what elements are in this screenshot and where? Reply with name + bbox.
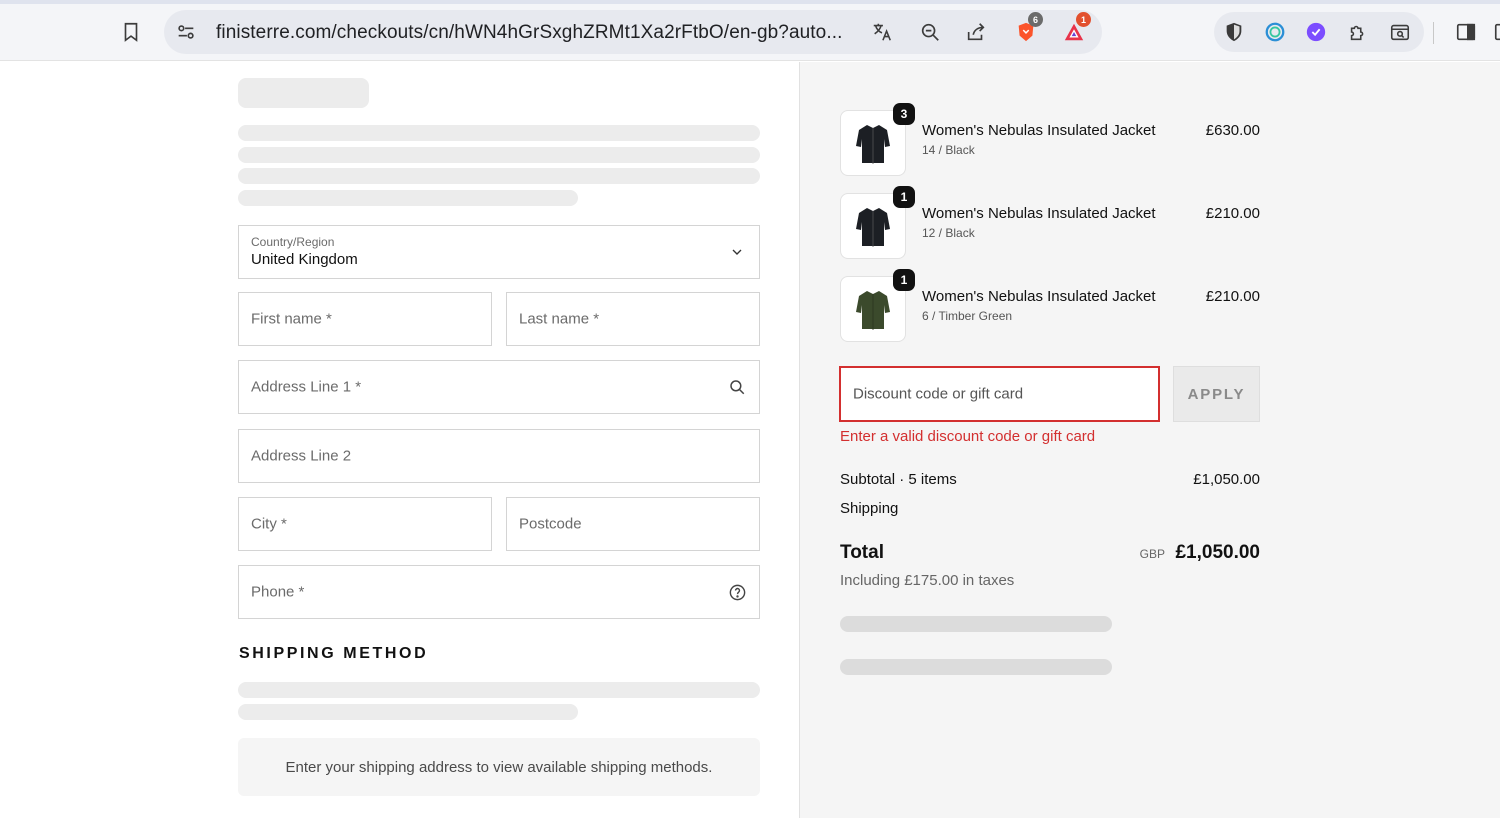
- first-name-field[interactable]: First name *: [238, 292, 492, 346]
- city-placeholder: City *: [251, 515, 287, 533]
- product-name: Women's Nebulas Insulated Jacket: [922, 288, 1156, 305]
- country-select[interactable]: Country/Region United Kingdom: [238, 225, 760, 279]
- brave-rewards-icon[interactable]: 1: [1060, 12, 1091, 46]
- phone-placeholder: Phone *: [251, 583, 305, 601]
- loading-skeleton: [238, 682, 760, 698]
- tab-search-icon[interactable]: [1386, 18, 1414, 46]
- discount-code-placeholder: Discount code or gift card: [853, 385, 1024, 403]
- extensions-puzzle-icon[interactable]: [1344, 18, 1372, 46]
- taxes-note: Including £175.00 in taxes: [840, 572, 1015, 589]
- address-bar[interactable]: finisterre.com/checkouts/cn/hWN4hGrSxghZ…: [164, 10, 1102, 54]
- subtotal-value: £1,050.00: [1193, 471, 1260, 488]
- order-item: 3 Women's Nebulas Insulated Jacket 14 / …: [840, 103, 1260, 180]
- shipping-label: Shipping: [840, 500, 899, 517]
- browser-toolbar: finisterre.com/checkouts/cn/hWN4hGrSxghZ…: [0, 4, 1500, 61]
- sidebar-icon[interactable]: [1452, 18, 1480, 46]
- product-thumbnail: 1: [840, 269, 915, 342]
- loading-skeleton: [840, 659, 1112, 675]
- apply-discount-button[interactable]: APPLY: [1173, 366, 1260, 422]
- address-line-1-field[interactable]: Address Line 1 *: [238, 360, 760, 414]
- product-price: £210.00: [1205, 205, 1260, 222]
- loading-skeleton: [238, 704, 578, 720]
- translate-icon[interactable]: [868, 18, 896, 46]
- order-item: 1 Women's Nebulas Insulated Jacket 6 / T…: [840, 269, 1260, 346]
- site-settings-icon[interactable]: [172, 18, 200, 46]
- loading-skeleton: [238, 168, 760, 184]
- city-field[interactable]: City *: [238, 497, 492, 551]
- shipping-method-heading: SHIPPING METHOD: [239, 645, 429, 662]
- product-variant: 14 / Black: [922, 143, 975, 157]
- quantity-badge: 1: [893, 186, 915, 208]
- brave-shields-icon[interactable]: 6: [1012, 12, 1043, 46]
- subtotal-label: Subtotal · 5 items: [840, 471, 957, 488]
- address-line-1-placeholder: Address Line 1 *: [251, 378, 362, 396]
- loading-skeleton: [238, 147, 760, 163]
- loading-skeleton: [238, 125, 760, 141]
- jacket-image: [856, 125, 890, 164]
- product-name: Women's Nebulas Insulated Jacket: [922, 122, 1156, 139]
- jacket-image: [856, 291, 890, 330]
- phone-field[interactable]: Phone *: [238, 565, 760, 619]
- loading-skeleton: [840, 616, 1112, 632]
- country-value: United Kingdom: [251, 251, 358, 268]
- country-label: Country/Region: [251, 235, 335, 249]
- loading-skeleton: [238, 190, 578, 206]
- window-menu-icon[interactable]: [1490, 18, 1500, 46]
- order-item: 1 Women's Nebulas Insulated Jacket 12 / …: [840, 186, 1260, 263]
- address-line-2-placeholder: Address Line 2: [251, 447, 352, 465]
- share-icon[interactable]: [962, 18, 990, 46]
- total-label: Total: [840, 542, 884, 563]
- product-thumbnail: 1: [840, 186, 915, 259]
- search-icon[interactable]: [727, 377, 747, 397]
- discount-code-input[interactable]: Discount code or gift card: [839, 366, 1160, 422]
- quantity-badge: 3: [893, 103, 915, 125]
- product-thumbnail: 3: [840, 103, 915, 176]
- last-name-placeholder: Last name *: [519, 310, 600, 328]
- url-text[interactable]: finisterre.com/checkouts/cn/hWN4hGrSxghZ…: [216, 22, 842, 44]
- chevron-down-icon: [727, 242, 747, 262]
- bookmark-icon[interactable]: [117, 18, 145, 46]
- zoom-out-icon[interactable]: [916, 18, 944, 46]
- shipping-methods-note: Enter your shipping address to view avai…: [238, 738, 760, 796]
- shield-extension-icon[interactable]: [1220, 18, 1248, 46]
- product-variant: 12 / Black: [922, 226, 975, 240]
- product-variant: 6 / Timber Green: [922, 309, 1013, 323]
- extensions-group: [1214, 12, 1424, 52]
- postcode-placeholder: Postcode: [519, 515, 582, 533]
- address-line-2-field[interactable]: Address Line 2: [238, 429, 760, 483]
- postcode-field[interactable]: Postcode: [506, 497, 760, 551]
- product-price: £210.00: [1205, 288, 1260, 305]
- product-price: £630.00: [1205, 122, 1260, 139]
- last-name-field[interactable]: Last name *: [506, 292, 760, 346]
- loading-skeleton: [238, 78, 369, 108]
- total-value: £1,050.00: [1175, 542, 1260, 563]
- first-name-placeholder: First name *: [251, 310, 332, 328]
- product-name: Women's Nebulas Insulated Jacket: [922, 205, 1156, 222]
- purple-extension-icon[interactable]: [1302, 18, 1330, 46]
- brave-rewards-badge: 1: [1076, 12, 1091, 27]
- discount-error-message: Enter a valid discount code or gift card: [840, 428, 1096, 445]
- brave-shields-badge: 6: [1028, 12, 1043, 27]
- help-icon[interactable]: [727, 582, 747, 602]
- circle-extension-icon[interactable]: [1261, 18, 1289, 46]
- currency-code: GBP: [1139, 547, 1165, 561]
- quantity-badge: 1: [893, 269, 915, 291]
- toolbar-divider: [1433, 22, 1434, 44]
- jacket-image: [856, 208, 890, 247]
